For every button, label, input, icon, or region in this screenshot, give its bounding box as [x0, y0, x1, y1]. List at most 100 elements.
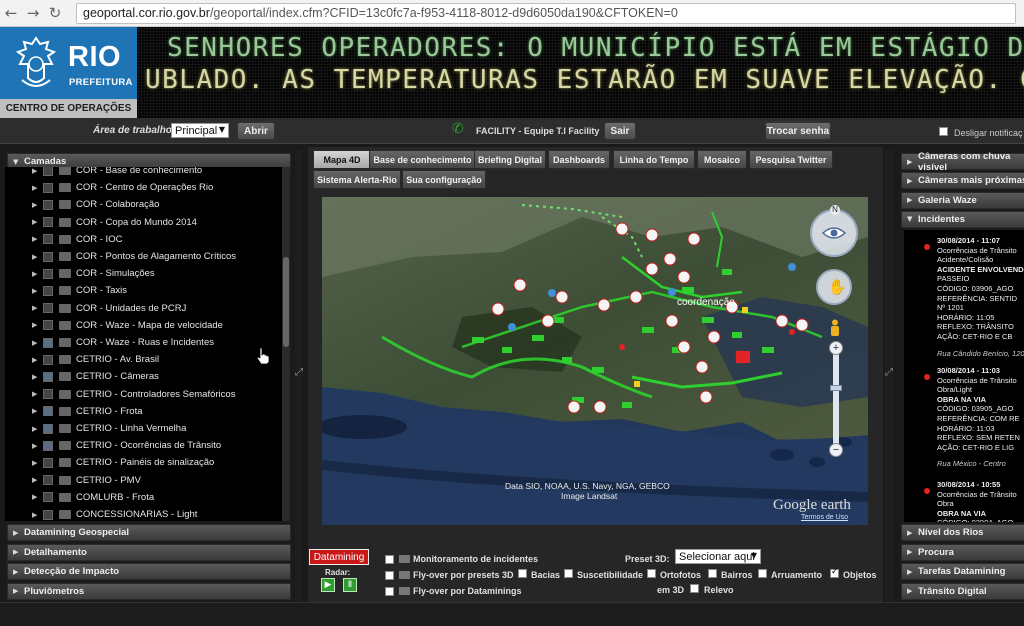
layer-row[interactable]: ▶ CETRIO - Câmeras [5, 368, 275, 385]
expand-arrow-icon[interactable]: ▶ [32, 356, 37, 364]
tab[interactable]: Sistema Alerta-Rio [313, 170, 401, 189]
expand-arrow-icon[interactable]: ▶ [32, 459, 37, 467]
layer-checkbox[interactable] [43, 251, 53, 262]
layer-row[interactable]: ▶ CETRIO - Ocorrências de Trânsito [5, 437, 275, 454]
expand-arrow-icon[interactable]: ▶ [32, 253, 37, 261]
layer-row[interactable]: ▶ COR - Taxis [5, 282, 275, 299]
zoom-handle[interactable] [830, 385, 842, 391]
section-header[interactable]: ▶ Detalhamento [7, 543, 291, 561]
layer-checkbox[interactable] [43, 354, 53, 365]
layer-checkbox[interactable] [43, 492, 53, 503]
tab[interactable]: Briefing Digital [474, 150, 546, 169]
tab[interactable]: Sua configuração [402, 170, 486, 189]
layer-row[interactable]: ▶ CETRIO - PMV [5, 472, 275, 489]
objetos-checkbox[interactable] [830, 567, 839, 578]
layer-row[interactable]: ▶ CETRIO - Linha Vermelha [5, 420, 275, 437]
expand-arrow-icon[interactable]: ▶ [32, 321, 37, 329]
reload-icon[interactable]: ↻ [44, 2, 66, 24]
navigation-compass[interactable]: N [810, 205, 858, 257]
monitoring-checkbox[interactable] [385, 555, 394, 564]
expand-arrow-icon[interactable]: ▶ [32, 511, 37, 519]
layer-row[interactable]: ▶ CETRIO - Av. Brasil [5, 351, 275, 368]
flyover-datamining-checkbox[interactable] [385, 587, 394, 596]
layer-row[interactable]: ▶ CONCESSIONARIAS - Light [5, 506, 275, 521]
layer-checkbox[interactable] [43, 475, 53, 486]
workspace-select[interactable]: Principal ▼ [171, 123, 229, 138]
layer-row[interactable]: ▶ COMLURB - Frota [5, 489, 275, 506]
layer-checkbox[interactable] [43, 303, 53, 314]
layer-row[interactable]: ▶ COR - Centro de Operações Rio [5, 179, 275, 196]
expand-arrow-icon[interactable]: ▶ [32, 476, 37, 484]
layer-row[interactable]: ▶ COR - Waze - Ruas e Incidentes [5, 334, 275, 351]
open-workspace-button[interactable]: Abrir [237, 122, 275, 140]
exit-button[interactable]: Sair [604, 122, 636, 140]
expand-arrow-icon[interactable]: ▶ [32, 407, 37, 415]
section-header[interactable]: ▶ Trânsito Digital [901, 582, 1024, 600]
play-icon[interactable]: ▶ [321, 578, 335, 592]
expand-arrow-icon[interactable]: ▶ [32, 235, 37, 243]
expand-arrow-icon[interactable]: ▶ [32, 442, 37, 450]
section-header[interactable]: ▼ Incidentes [901, 210, 1024, 228]
arruamento-checkbox[interactable] [758, 569, 767, 578]
layer-row[interactable]: ▶ COR - Base de conhecimento [5, 167, 275, 179]
layer-checkbox[interactable] [43, 406, 53, 417]
layer-checkbox[interactable] [43, 234, 53, 245]
map-4d-view[interactable]: coordenação Data SIO, NOAA, U.S. Navy, N… [322, 197, 868, 525]
layer-list-scrollbar[interactable] [282, 167, 290, 521]
layer-row[interactable]: ▶ COR - IOC [5, 231, 275, 248]
layer-row[interactable]: ▶ COR - Pontos de Alagamento Críticos [5, 248, 275, 265]
layer-checkbox[interactable] [43, 423, 53, 434]
layer-checkbox[interactable] [43, 337, 53, 348]
section-header[interactable]: ▶ Tarefas Datamining [901, 563, 1024, 580]
section-header[interactable]: ▶ Galeria Waze [901, 191, 1024, 209]
zoom-out-icon[interactable]: − [829, 443, 843, 457]
section-header[interactable]: ▶ Câmeras com chuva visível [901, 151, 1024, 173]
left-splitter[interactable]: ⤢ [295, 150, 303, 602]
incident-item[interactable]: 30/08/2014 - 11:03 Ocorrências de Trânsit… [937, 366, 1020, 469]
layer-row[interactable]: ▶ COR - Copa do Mundo 2014 [5, 214, 275, 231]
section-header[interactable]: ▶ Datamining Geospecial [7, 524, 291, 541]
terms-link[interactable]: Termos de Uso [801, 514, 848, 521]
zoom-in-icon[interactable]: + [829, 341, 843, 355]
right-splitter[interactable]: ⤢ [885, 150, 893, 602]
expand-arrow-icon[interactable]: ▶ [32, 304, 37, 312]
incident-item[interactable]: 30/08/2014 - 10:55 Ocorrências de Trânsit… [937, 480, 1017, 522]
expand-arrow-icon[interactable]: ▶ [32, 270, 37, 278]
back-arrow-icon[interactable]: ← [0, 2, 22, 24]
layer-row[interactable]: ▶ COR - Simulações [5, 265, 275, 282]
pan-control[interactable]: ✋ [816, 269, 852, 305]
incident-item[interactable]: 30/08/2014 - 11:07 Ocorrências de Trânsit… [937, 236, 1024, 358]
tab[interactable]: Mapa 4D [313, 150, 371, 169]
change-password-button[interactable]: Trocar senha [765, 122, 831, 140]
layer-checkbox[interactable] [43, 167, 53, 176]
tab[interactable]: Base de conhecimento [369, 150, 476, 169]
layer-row[interactable]: ▶ CETRIO - Controladores Semafóricos [5, 386, 275, 403]
layer-checkbox[interactable] [43, 440, 53, 451]
layer-row[interactable]: ▶ COR - Waze - Mapa de velocidade [5, 317, 275, 334]
expand-arrow-icon[interactable]: ▶ [32, 218, 37, 226]
section-header[interactable]: ▶ Procura [901, 543, 1024, 561]
expand-arrow-icon[interactable]: ▶ [32, 390, 37, 398]
ortofotos-checkbox[interactable] [647, 569, 656, 578]
layer-checkbox[interactable] [43, 285, 53, 296]
bacias-checkbox[interactable] [518, 569, 527, 578]
layer-checkbox[interactable] [43, 268, 53, 279]
bairros-checkbox[interactable] [708, 569, 717, 578]
tab[interactable]: Linha do Tempo [613, 150, 695, 169]
layer-row[interactable]: ▶ COR - Unidades de PCRJ [5, 300, 275, 317]
tab[interactable]: Dashboards [548, 150, 610, 169]
layer-checkbox[interactable] [43, 320, 53, 331]
layer-row[interactable]: ▶ CETRIO - Frota [5, 403, 275, 420]
zoom-slider[interactable]: + − [829, 341, 843, 457]
layer-checkbox[interactable] [43, 509, 53, 520]
layer-checkbox[interactable] [43, 371, 53, 382]
tab[interactable]: Pesquisa Twitter [749, 150, 833, 169]
address-bar[interactable]: geoportal.cor.rio.gov.br/geoportal/index… [76, 2, 1016, 24]
layer-row[interactable]: ▶ COR - Colaboração [5, 196, 275, 213]
layer-row[interactable]: ▶ CETRIO - Painéis de sinalização [5, 454, 275, 471]
layer-checkbox[interactable] [43, 182, 53, 193]
expand-arrow-icon[interactable]: ▶ [32, 339, 37, 347]
tab[interactable]: Mosaico [697, 150, 747, 169]
layer-checkbox[interactable] [43, 457, 53, 468]
section-header[interactable]: ▶ Câmeras mais próximas [901, 172, 1024, 190]
